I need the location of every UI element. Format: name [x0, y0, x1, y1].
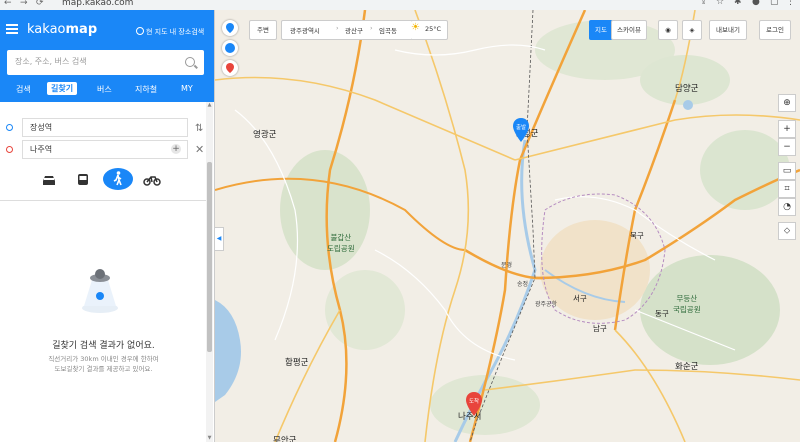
- radius-measure-icon[interactable]: ◔: [778, 198, 796, 216]
- destination-field[interactable]: 나주역 +: [22, 140, 188, 159]
- destination-pin-icon[interactable]: 도착: [465, 392, 483, 416]
- extensions-icon[interactable]: ✱: [734, 0, 742, 7]
- weather-temp: 25°C: [425, 25, 442, 33]
- layers-icon[interactable]: ◈: [682, 20, 702, 40]
- divider: [0, 200, 207, 201]
- scroll-down-icon[interactable]: ▼: [206, 435, 213, 442]
- share-page-icon[interactable]: ⇪: [700, 0, 708, 7]
- map-label-mudeung: 무등산 국립공원: [673, 294, 701, 314]
- window-icon[interactable]: ▢: [770, 0, 779, 7]
- destination-dot-icon: [6, 146, 13, 153]
- travel-mode-bar: [0, 164, 214, 194]
- route-destination-icon[interactable]: [222, 60, 238, 76]
- area-measure-icon[interactable]: ⌗: [778, 180, 796, 198]
- swap-route-icon[interactable]: ⇅: [195, 123, 203, 134]
- place-pin-icon[interactable]: ⬦: [778, 222, 796, 240]
- forward-icon[interactable]: →: [20, 0, 28, 8]
- chevron-right-icon: ›: [370, 24, 373, 32]
- zoom-in-button[interactable]: +: [778, 120, 796, 138]
- destination-value: 나주역: [30, 145, 53, 154]
- nearby-button[interactable]: 주변: [249, 20, 277, 40]
- zoom-out-button[interactable]: −: [778, 138, 796, 156]
- empty-result-title: 길찾기 검색 결과가 없어요.: [52, 341, 155, 351]
- bike-mode-icon[interactable]: [141, 168, 163, 190]
- export-button[interactable]: 내보내기: [709, 20, 747, 40]
- roadview-icon[interactable]: ◉: [658, 20, 678, 40]
- tab-search[interactable]: 검색: [16, 84, 31, 95]
- map-label-mungyeong: 문경: [501, 262, 513, 269]
- map-label-hwasun: 화순군: [675, 362, 699, 372]
- map-label-seo-gu: 서구: [573, 294, 587, 303]
- car-mode-icon[interactable]: [38, 168, 60, 190]
- tab-bus[interactable]: 버스: [97, 84, 112, 95]
- chevron-right-icon: ›: [336, 24, 339, 32]
- scroll-up-icon[interactable]: ▲: [206, 102, 213, 109]
- map-label-nam-gu: 남구: [593, 324, 607, 333]
- route-origin-icon[interactable]: [222, 40, 238, 56]
- scrollbar-thumb[interactable]: [207, 162, 212, 352]
- search-box: [7, 50, 204, 75]
- kakaomap-logo[interactable]: kakaomap: [27, 22, 97, 37]
- breadcrumb-city[interactable]: 광주광역시: [290, 25, 320, 35]
- search-icon[interactable]: [185, 57, 195, 67]
- breadcrumb-district[interactable]: 광산구: [345, 25, 363, 35]
- map-label-buk-gu: 북구: [630, 231, 644, 240]
- sidebar-scrollbar[interactable]: ▲ ▼: [206, 102, 213, 442]
- map-label-dong-gu: 동구: [655, 309, 669, 318]
- sidebar-tabs: 검색 길찾기 버스 지하철 MY: [0, 82, 214, 100]
- login-button[interactable]: 로그인: [759, 20, 791, 40]
- ruler-icon[interactable]: ▭: [778, 162, 796, 180]
- my-location-icon[interactable]: [222, 20, 238, 36]
- origin-field[interactable]: 장성역: [22, 118, 188, 137]
- search-input[interactable]: [7, 50, 180, 73]
- map-canvas[interactable]: 영광군 장성군 담양군 함평군 나주시 화순군 무안군 불갑산 도립공원 무등산…: [215, 10, 800, 442]
- map-label-hampyeong: 함평군: [285, 358, 309, 368]
- tab-my[interactable]: MY: [181, 84, 193, 93]
- area-search-toggle[interactable]: 현 지도 내 장소검색: [136, 27, 204, 37]
- map-label-muan: 무안군: [273, 436, 297, 442]
- reload-icon[interactable]: ⟳: [36, 0, 44, 8]
- map-label-yeonggwang: 영광군: [253, 130, 277, 140]
- collapse-sidebar-button[interactable]: ◀: [215, 227, 224, 251]
- bookmark-star-icon[interactable]: ☆: [716, 0, 724, 7]
- map-label-bulgapsan: 불갑산 도립공원: [327, 233, 355, 253]
- map-background: [215, 10, 800, 442]
- radio-icon: [136, 27, 144, 35]
- map-type-map-button[interactable]: 지도: [589, 20, 613, 40]
- close-route-icon[interactable]: ✕: [195, 143, 204, 156]
- sun-icon: ☀: [411, 22, 420, 33]
- origin-dot-icon: [6, 124, 13, 131]
- svg-text:출발: 출발: [516, 123, 526, 131]
- no-result-illustration: [82, 269, 118, 313]
- svg-text:도착: 도착: [469, 397, 479, 405]
- back-icon[interactable]: ←: [4, 0, 12, 8]
- transit-mode-icon[interactable]: [72, 168, 94, 190]
- origin-value: 장성역: [30, 123, 53, 132]
- tab-directions[interactable]: 길찾기: [47, 82, 78, 95]
- current-location-icon[interactable]: ⊕: [778, 94, 796, 112]
- map-label-damyang: 담양군: [675, 84, 699, 94]
- sidebar-header: kakaomap 현 지도 내 장소검색 검색 길찾기 버스 지하철 MY: [0, 10, 214, 102]
- map-type-skyview-button[interactable]: 스카이뷰: [611, 20, 647, 40]
- add-waypoint-button[interactable]: +: [171, 144, 181, 154]
- address-bar[interactable]: map.kakao.com: [62, 0, 133, 8]
- hamburger-menu-icon[interactable]: [6, 24, 18, 34]
- map-label-songjeong: 송정: [517, 281, 529, 288]
- empty-result-desc-1: 직선거리가 30km 이내인 경우에 한하여: [48, 355, 159, 363]
- tab-subway[interactable]: 지하철: [135, 84, 157, 95]
- menu-dots-icon[interactable]: ⋮: [786, 0, 795, 7]
- weather-badge: ☀ 25°C: [411, 20, 448, 40]
- empty-result-desc-2: 도보길찾기 결과를 제공하고 있어요.: [54, 365, 153, 373]
- map-label-airport: 광주공항: [535, 301, 558, 308]
- walk-mode-icon[interactable]: [103, 168, 133, 190]
- origin-pin-icon[interactable]: 출발: [512, 118, 530, 142]
- breadcrumb-dong[interactable]: 임곡동: [379, 25, 397, 35]
- sidebar: kakaomap 현 지도 내 장소검색 검색 길찾기 버스 지하철 MY 장성…: [0, 10, 215, 442]
- profile-icon[interactable]: ●: [752, 0, 760, 7]
